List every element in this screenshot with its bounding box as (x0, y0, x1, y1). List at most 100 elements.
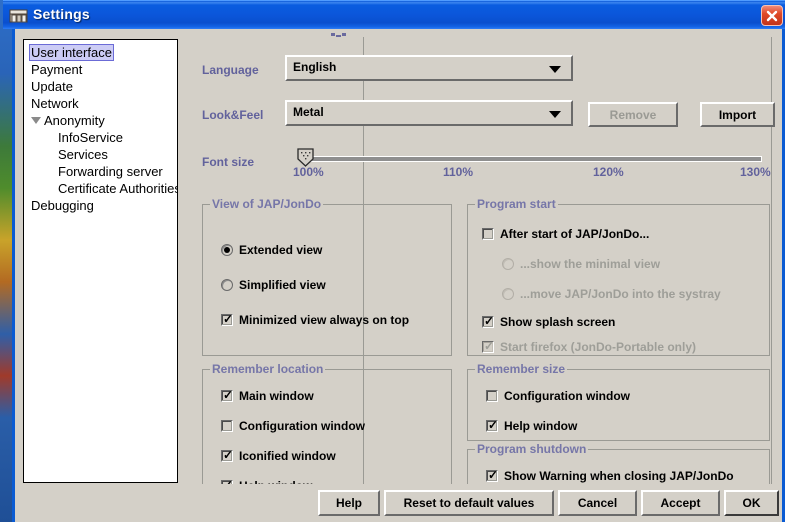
sidebar-item-certificate-authorities[interactable]: Certificate Authorities (24, 180, 177, 197)
option-label: Simplified view (239, 278, 326, 292)
dialog-client-area: User interface Payment Update Network An… (15, 29, 782, 522)
user-interface-settings-panel: Language English Look&Feel Metal Remove … (188, 29, 780, 484)
option-remember-size-help-window[interactable]: ✓ Help window (486, 419, 577, 433)
fontsize-tick-110: 110% (443, 165, 474, 179)
sidebar-item-user-interface[interactable]: User interface (24, 44, 177, 61)
ok-button[interactable]: OK (724, 490, 779, 516)
option-start-firefox: ✓ Start firefox (JonDo-Portable only) (482, 340, 696, 354)
checkbox-unchecked-icon (486, 390, 498, 402)
checkbox-unchecked-icon (221, 420, 233, 432)
option-remember-location-iconified-window[interactable]: ✓ Iconified window (221, 449, 336, 463)
sidebar-item-label: User interface (29, 44, 114, 61)
fontsize-tick-120: 120% (593, 165, 624, 179)
sidebar-item-label: Services (58, 147, 108, 162)
close-icon[interactable] (761, 5, 783, 26)
option-label: Show Warning when closing JAP/JonDo (504, 469, 734, 483)
triangle-down-icon[interactable] (31, 117, 41, 124)
radio-checked-icon (221, 244, 233, 256)
view-of-jap-group: View of JAP/JonDo Extended view Simplifi… (202, 197, 452, 356)
sidebar-item-payment[interactable]: Payment (24, 61, 177, 78)
checkbox-checked-icon: ✓ (221, 312, 234, 326)
group-title: Program shutdown (475, 442, 589, 456)
option-label: Iconified window (239, 449, 336, 463)
program-shutdown-group: Program shutdown ✓ Show Warning when clos… (467, 442, 770, 484)
program-start-group: Program start After start of JAP/JonDo..… (467, 197, 770, 356)
chevron-down-icon (549, 111, 561, 118)
dialog-button-bar: Help Reset to default values Cancel Acce… (15, 484, 782, 522)
group-title: View of JAP/JonDo (210, 197, 324, 211)
option-label: Configuration window (504, 389, 630, 403)
sidebar-item-label: Debugging (31, 198, 94, 213)
sidebar-item-label: Anonymity (44, 113, 105, 128)
option-label: Minimized view always on top (239, 313, 410, 327)
option-extended-view[interactable]: Extended view (221, 243, 322, 257)
option-label: ...move JAP/JonDo into the systray (520, 287, 721, 301)
option-label: Extended view (239, 243, 323, 257)
checkbox-checked-icon: ✓ (482, 339, 495, 353)
option-minimized-always-on-top[interactable]: ✓ Minimized view always on top (221, 313, 409, 327)
language-select[interactable]: English (285, 55, 573, 81)
lookfeel-value: Metal (293, 105, 324, 119)
sidebar-item-services[interactable]: Services (24, 146, 177, 163)
lookfeel-select[interactable]: Metal (285, 100, 573, 126)
clipped-group-title (331, 31, 347, 37)
sidebar-item-network[interactable]: Network (24, 95, 177, 112)
option-simplified-view[interactable]: Simplified view (221, 278, 326, 292)
option-show-splash-screen[interactable]: ✓ Show splash screen (482, 315, 615, 329)
slider-track[interactable] (302, 156, 762, 162)
help-button[interactable]: Help (318, 490, 380, 516)
window-title: Settings (33, 6, 90, 22)
fontsize-tick-100: 100% (293, 165, 324, 179)
language-value: English (293, 60, 337, 74)
checkbox-checked-icon: ✓ (221, 388, 234, 402)
remember-location-group: Remember location ✓ Main window Configura… (202, 362, 452, 484)
checkbox-unchecked-icon (482, 228, 494, 240)
title-bar: Settings (3, 0, 785, 29)
chevron-down-icon (549, 66, 561, 73)
language-label: Language (202, 63, 259, 77)
fontsize-slider[interactable]: 100% 110% 120% 130% (188, 139, 780, 189)
option-label: Help window (504, 419, 578, 433)
sidebar-item-debugging[interactable]: Debugging (24, 197, 177, 214)
lookfeel-label: Look&Feel (202, 108, 264, 122)
checkbox-checked-icon: ✓ (486, 468, 499, 482)
sidebar-item-anonymity[interactable]: Anonymity (24, 112, 177, 129)
option-after-start[interactable]: After start of JAP/JonDo... (482, 227, 649, 241)
group-title: Remember location (210, 362, 326, 376)
option-label: Main window (239, 389, 314, 403)
option-remember-location-main-window[interactable]: ✓ Main window (221, 389, 314, 403)
remember-size-group: Remember size Configuration window ✓ Help… (467, 362, 770, 441)
sidebar-item-label: Network (31, 96, 79, 111)
radio-unchecked-icon (502, 258, 514, 270)
sidebar-item-label: Forwarding server (58, 164, 163, 179)
sidebar-item-update[interactable]: Update (24, 78, 177, 95)
sidebar-item-label: Payment (31, 62, 83, 77)
option-show-warning-on-close[interactable]: ✓ Show Warning when closing JAP/JonDo (486, 469, 734, 483)
cancel-button[interactable]: Cancel (558, 490, 637, 516)
reset-to-defaults-button[interactable]: Reset to default values (384, 490, 554, 516)
accept-button[interactable]: Accept (641, 490, 720, 516)
sidebar-item-forwarding-server[interactable]: Forwarding server (24, 163, 177, 180)
settings-category-tree[interactable]: User interface Payment Update Network An… (23, 39, 178, 483)
sidebar-item-infoservice[interactable]: InfoService (24, 129, 177, 146)
slider-thumb[interactable] (297, 148, 314, 167)
option-label: Configuration window (239, 419, 365, 433)
sidebar-item-label: Certificate Authorities (58, 181, 178, 196)
radio-unchecked-icon (502, 288, 514, 300)
import-button[interactable]: Import (700, 102, 775, 127)
jondo-app-icon (9, 6, 28, 25)
checkbox-checked-icon: ✓ (221, 448, 234, 462)
sidebar-item-label: InfoService (58, 130, 124, 145)
option-remember-location-configuration-window[interactable]: Configuration window (221, 419, 365, 433)
option-label: After start of JAP/JonDo... (500, 227, 650, 241)
option-label: Start firefox (JonDo-Portable only) (500, 340, 697, 354)
option-label: Show splash screen (500, 315, 616, 329)
remove-button[interactable]: Remove (588, 102, 678, 127)
radio-unchecked-icon (221, 279, 233, 291)
group-title: Program start (475, 197, 558, 211)
checkbox-checked-icon: ✓ (486, 418, 499, 432)
settings-window: Settings User interface Payment Update N… (3, 0, 785, 522)
option-remember-size-configuration-window[interactable]: Configuration window (486, 389, 630, 403)
option-move-to-systray: ...move JAP/JonDo into the systray (502, 287, 721, 301)
option-show-minimal-view: ...show the minimal view (502, 257, 660, 271)
